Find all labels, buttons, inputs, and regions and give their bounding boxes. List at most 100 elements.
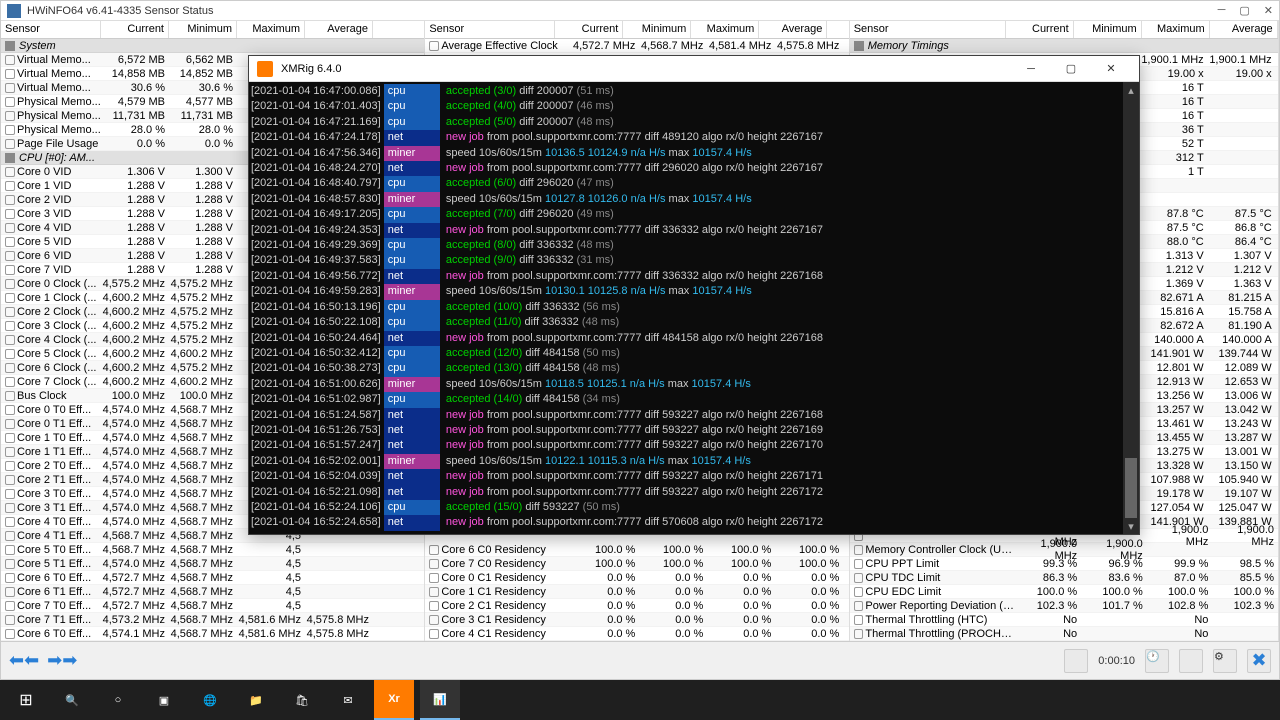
- table-row[interactable]: Core 1 C1 Residency 0.0 % 0.0 % 0.0 % 0.…: [425, 585, 848, 599]
- col-current[interactable]: Current: [101, 21, 169, 38]
- minimize-icon[interactable]: ─: [1218, 4, 1226, 17]
- row-icon: [429, 629, 439, 639]
- log-line: [2021-01-04 16:48:57.830] miner speed 10…: [251, 192, 1137, 207]
- row-icon: [5, 167, 15, 177]
- row-icon: [5, 223, 15, 233]
- table-row[interactable]: CPU EDC Limit 100.0 % 100.0 % 100.0 % 10…: [850, 585, 1278, 599]
- table-row[interactable]: Core 0 C1 Residency 0.0 % 0.0 % 0.0 % 0.…: [425, 571, 848, 585]
- row-icon: [429, 587, 439, 597]
- table-row[interactable]: Thermal Throttling (HTC) No No: [850, 613, 1278, 627]
- log-line: [2021-01-04 16:49:59.283] miner speed 10…: [251, 284, 1137, 299]
- section-memory-timings[interactable]: Memory Timings: [850, 39, 1278, 53]
- xmrig-title: XMRig 6.4.0: [281, 63, 342, 75]
- table-row[interactable]: Core 3 C1 Residency 0.0 % 0.0 % 0.0 % 0.…: [425, 613, 848, 627]
- nav-back-icon[interactable]: ⬅⬅: [9, 650, 39, 671]
- task-view-icon[interactable]: ▣: [144, 680, 184, 720]
- row-icon: [429, 559, 439, 569]
- scroll-down-icon[interactable]: ▾: [1123, 518, 1139, 534]
- scroll-up-icon[interactable]: ▴: [1123, 82, 1139, 98]
- minimize-icon[interactable]: ─: [1011, 56, 1051, 82]
- row-icon: [5, 335, 15, 345]
- column-header[interactable]: Sensor Current Minimum Maximum Average: [850, 21, 1278, 39]
- mail-icon[interactable]: ✉: [328, 680, 368, 720]
- maximize-icon[interactable]: ▢: [1051, 56, 1091, 82]
- row-icon: [5, 545, 15, 555]
- col-max[interactable]: Maximum: [237, 21, 305, 38]
- log-line: [2021-01-04 16:49:17.205] cpu accepted (…: [251, 207, 1137, 222]
- table-row[interactable]: Core 2 C1 Residency 0.0 % 0.0 % 0.0 % 0.…: [425, 599, 848, 613]
- log-line: [2021-01-04 16:51:00.626] miner speed 10…: [251, 377, 1137, 392]
- table-row[interactable]: Core 6 T0 Eff... 4,574.1 MHz 4,568.7 MHz…: [1, 627, 424, 641]
- section-header[interactable]: System: [1, 39, 424, 53]
- table-row[interactable]: Core 5 T0 Eff... 4,568.7 MHz 4,568.7 MHz…: [1, 543, 424, 557]
- row-icon: [5, 97, 15, 107]
- terminal-output[interactable]: [2021-01-04 16:47:00.086] cpu accepted (…: [249, 82, 1139, 534]
- hwinfo-titlebar[interactable]: HWiNFO64 v6.41-4335 Sensor Status ─ ▢ ✕: [1, 1, 1279, 21]
- hwinfo-taskbar-icon[interactable]: 📊: [420, 680, 460, 720]
- table-row[interactable]: Core 4 C1 Residency 0.0 % 0.0 % 0.0 % 0.…: [425, 627, 848, 641]
- table-row[interactable]: CPU PPT Limit 99.3 % 96.9 % 99.9 % 98.5 …: [850, 557, 1278, 571]
- log-icon[interactable]: [1179, 649, 1203, 673]
- row-icon: [5, 195, 15, 205]
- maximize-icon[interactable]: ▢: [1239, 4, 1249, 17]
- row-icon: [5, 489, 15, 499]
- row-icon: [854, 587, 864, 597]
- table-row[interactable]: Average Effective Clock 4,572.7 MHz 4,56…: [425, 39, 848, 53]
- row-icon: [5, 279, 15, 289]
- table-row[interactable]: CPU TDC Limit 86.3 % 83.6 % 87.0 % 85.5 …: [850, 571, 1278, 585]
- scrollbar[interactable]: ▴ ▾: [1123, 82, 1139, 534]
- col-avg[interactable]: Average: [305, 21, 373, 38]
- table-row[interactable]: Core 6 C0 Residency 100.0 % 100.0 % 100.…: [425, 543, 848, 557]
- row-icon: [5, 111, 15, 121]
- row-icon: [854, 573, 864, 583]
- gear-icon[interactable]: ⚙: [1213, 649, 1237, 673]
- table-row[interactable]: Core 7 C0 Residency 100.0 % 100.0 % 100.…: [425, 557, 848, 571]
- row-icon: [5, 601, 15, 611]
- row-icon: [5, 573, 15, 583]
- table-row[interactable]: Core 6 T1 Eff... 4,572.7 MHz 4,568.7 MHz…: [1, 585, 424, 599]
- cortana-icon[interactable]: ○: [98, 680, 138, 720]
- row-icon: [5, 307, 15, 317]
- log-line: [2021-01-04 16:50:13.196] cpu accepted (…: [251, 300, 1137, 315]
- log-line: [2021-01-04 16:52:21.098] net new job fr…: [251, 485, 1137, 500]
- close-icon[interactable]: ✕: [1264, 4, 1273, 17]
- store-icon[interactable]: 🛍: [282, 680, 322, 720]
- column-header[interactable]: Sensor Current Minimum Maximum Average: [1, 21, 424, 39]
- table-row[interactable]: Core 7 T1 Eff... 4,573.2 MHz 4,568.7 MHz…: [1, 613, 424, 627]
- xmrig-taskbar-icon[interactable]: Xr: [374, 680, 414, 720]
- close-icon[interactable]: ✕: [1091, 56, 1131, 82]
- row-icon: [5, 209, 15, 219]
- row-icon: [5, 139, 15, 149]
- row-icon: [5, 251, 15, 261]
- column-header[interactable]: Sensor Current Minimum Maximum Average: [425, 21, 848, 39]
- start-button[interactable]: ⊞: [6, 680, 46, 720]
- clock-icon[interactable]: 🕐: [1145, 649, 1169, 673]
- log-line: [2021-01-04 16:52:02.001] miner speed 10…: [251, 454, 1137, 469]
- scroll-thumb[interactable]: [1125, 458, 1137, 518]
- row-icon: [5, 55, 15, 65]
- row-icon: [5, 615, 15, 625]
- explorer-icon[interactable]: 📁: [236, 680, 276, 720]
- xmrig-icon: [257, 61, 273, 77]
- table-row[interactable]: Core 7 T0 Eff... 4,572.7 MHz 4,568.7 MHz…: [1, 599, 424, 613]
- table-row[interactable]: Power Reporting Deviation (A... 102.3 % …: [850, 599, 1278, 613]
- table-row[interactable]: Core 5 T1 Eff... 4,574.0 MHz 4,568.7 MHz…: [1, 557, 424, 571]
- row-icon: [5, 265, 15, 275]
- log-line: [2021-01-04 16:47:00.086] cpu accepted (…: [251, 84, 1137, 99]
- col-sensor[interactable]: Sensor: [1, 21, 101, 38]
- table-row[interactable]: Core 6 T0 Eff... 4,572.7 MHz 4,568.7 MHz…: [1, 571, 424, 585]
- col-min[interactable]: Minimum: [169, 21, 237, 38]
- close-footer-icon[interactable]: ✖: [1247, 649, 1271, 673]
- row-icon: [854, 629, 864, 639]
- nav-fwd-icon[interactable]: ➡➡: [47, 650, 77, 671]
- log-line: [2021-01-04 16:51:24.587] net new job fr…: [251, 408, 1137, 423]
- search-icon[interactable]: 🔍: [52, 680, 92, 720]
- log-line: [2021-01-04 16:50:24.464] net new job fr…: [251, 331, 1137, 346]
- xmrig-titlebar[interactable]: XMRig 6.4.0 ─ ▢ ✕: [249, 56, 1139, 82]
- tool-icon[interactable]: [1064, 649, 1088, 673]
- row-icon: [5, 125, 15, 135]
- table-row[interactable]: Thermal Throttling (PROCHO... No No: [850, 627, 1278, 641]
- taskbar[interactable]: ⊞ 🔍 ○ ▣ 🌐 📁 🛍 ✉ Xr 📊: [0, 680, 1280, 720]
- row-icon: [5, 405, 15, 415]
- edge-icon[interactable]: 🌐: [190, 680, 230, 720]
